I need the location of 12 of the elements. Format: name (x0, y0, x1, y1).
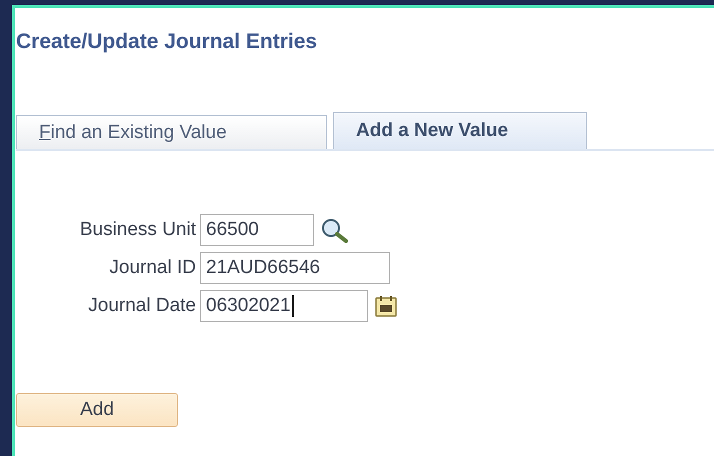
add-button[interactable]: Add (16, 393, 178, 427)
search-icon[interactable] (320, 217, 350, 243)
input-field[interactable]: 21AUD66546 (200, 252, 390, 284)
page-title: Create/Update Journal Entries (16, 30, 318, 55)
tab[interactable]: Find an Existing Value (16, 115, 327, 149)
input-field[interactable]: 06302021 (200, 290, 368, 322)
input-field[interactable]: 66500 (200, 214, 314, 246)
field-label: Journal ID (108, 257, 196, 279)
calendar-icon[interactable] (374, 294, 398, 318)
field-label: Journal Date (87, 295, 196, 317)
field-label: Business Unit (78, 219, 196, 241)
tab[interactable]: Add a New Value (333, 112, 587, 149)
